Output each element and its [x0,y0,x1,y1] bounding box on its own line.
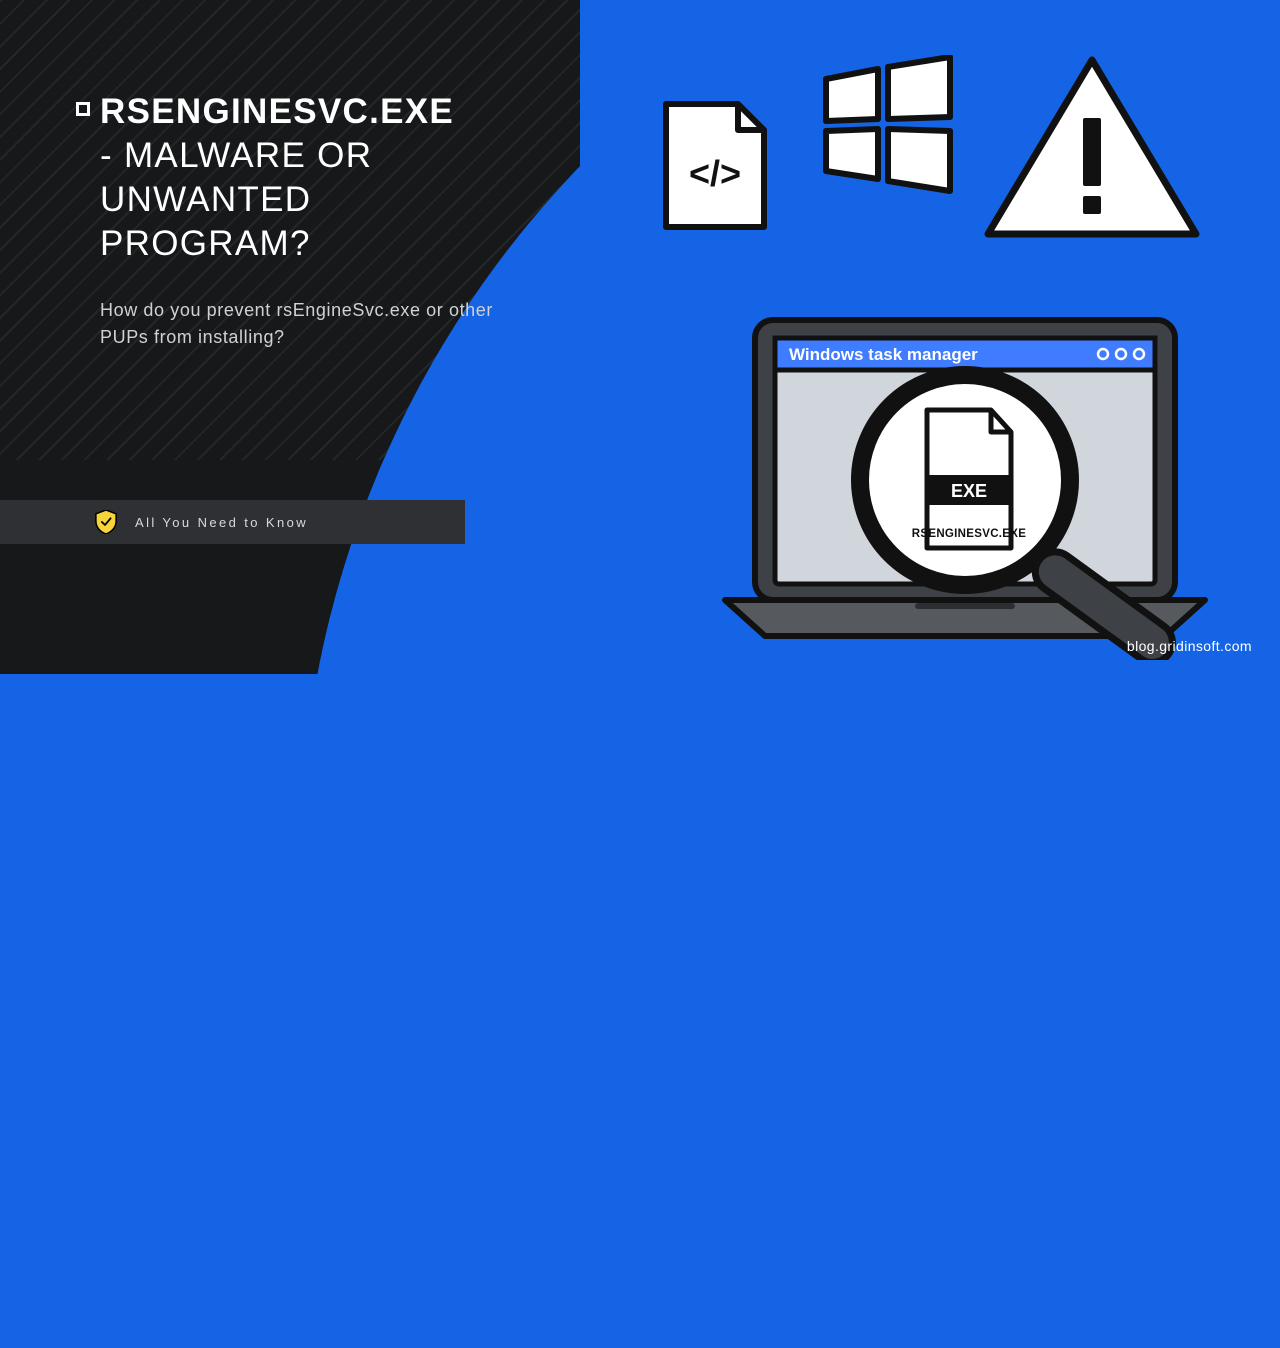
code-symbol-text: </> [689,153,741,194]
warning-triangle-icon [980,52,1205,247]
tag-bar: All You Need to Know [0,500,465,544]
bullet-square-icon [76,102,90,116]
file-name-text: RSENGINESVC.EXE [912,528,1026,540]
main-subtitle: - MALWARE OR UNWANTED PROGRAM? [100,134,524,266]
exe-file-icon: EXE RSENGINESVC.EXE [912,410,1026,548]
tag-label: All You Need to Know [135,515,308,530]
illustration-area: </> Windows task manager [580,0,1280,674]
footer-url: blog.gridinsoft.com [1127,638,1252,654]
headline-block: RSENGINESVC.EXE - MALWARE OR UNWANTED PR… [94,92,524,352]
window-title-text: Windows task manager [789,345,978,364]
laptop-illustration: Windows task manager EXE [695,290,1235,660]
main-title: RSENGINESVC.EXE [100,92,524,132]
windows-icon [808,55,958,195]
shield-icon [95,510,117,534]
code-file-icon: </> [660,98,770,233]
sub-question: How do you prevent rsEngineSvc.exe or ot… [100,297,524,353]
file-badge-text: EXE [951,481,987,501]
